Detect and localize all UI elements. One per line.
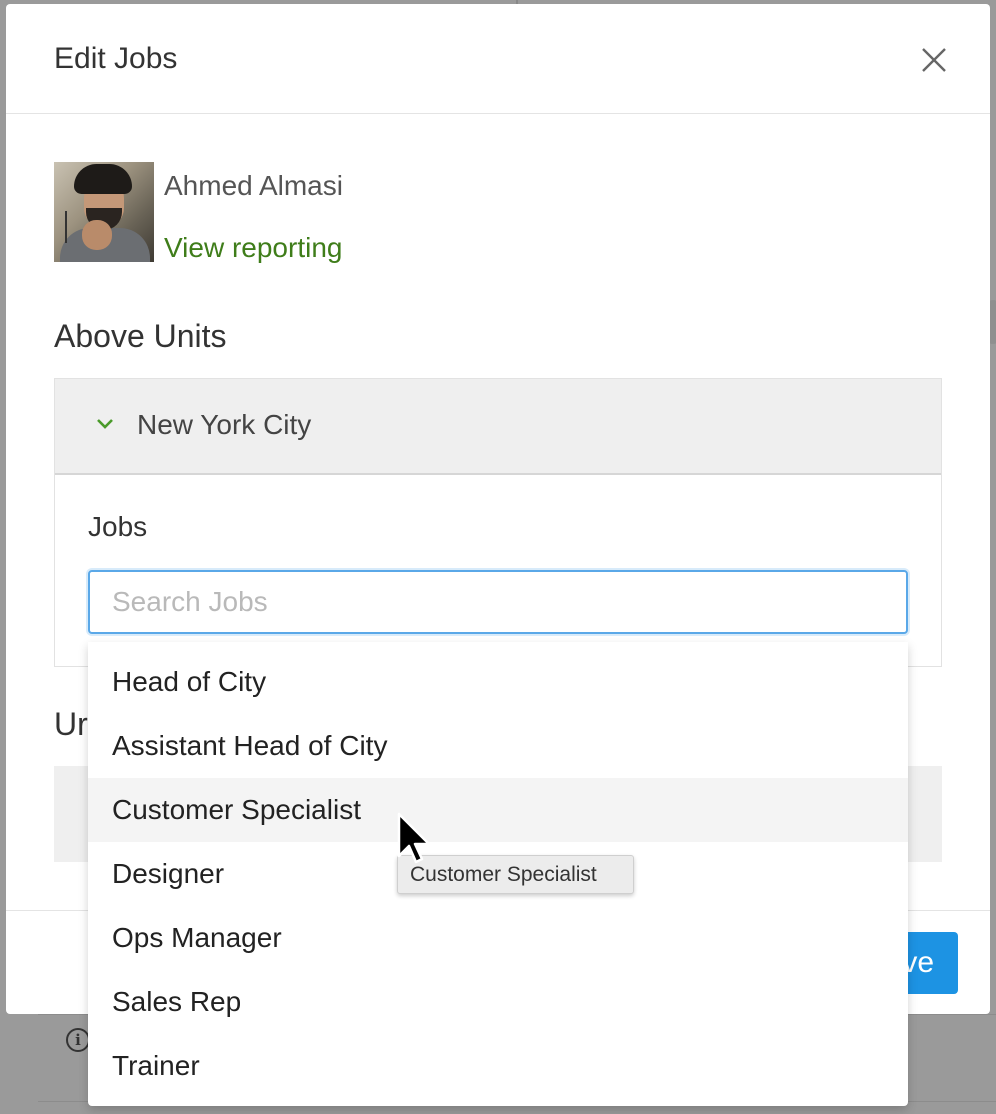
search-jobs-input[interactable] [88, 570, 908, 634]
view-reporting-link[interactable]: View reporting [164, 232, 342, 264]
close-button[interactable] [918, 44, 950, 76]
jobs-label: Jobs [88, 511, 148, 542]
dropdown-option-customer-specialist[interactable]: Customer Specialist [88, 778, 908, 842]
text-caret [65, 211, 67, 243]
new-york-city-accordion: New York City Jobs [54, 378, 942, 667]
dropdown-option-ops-manager[interactable]: Ops Manager [88, 906, 908, 970]
dropdown-option-assistant-head-of-city[interactable]: Assistant Head of City [88, 714, 908, 778]
units-title: Ur [54, 706, 88, 742]
dropdown-option-head-of-city[interactable]: Head of City [88, 650, 908, 714]
chevron-down-icon [97, 419, 113, 429]
mouse-pointer-icon [397, 812, 431, 864]
above-units-title: Above Units [54, 318, 227, 354]
dropdown-option-sales-rep[interactable]: Sales Rep [88, 970, 908, 1034]
dropdown-option-trainer[interactable]: Trainer [88, 1034, 908, 1098]
info-icon: i [66, 1028, 90, 1052]
accordion-header-new-york-city[interactable]: New York City [55, 379, 941, 475]
close-icon [922, 48, 946, 72]
modal-title: Edit Jobs [54, 42, 178, 75]
option-tooltip: Customer Specialist [397, 855, 634, 894]
modal-header: Edit Jobs [6, 4, 990, 114]
avatar [54, 162, 154, 262]
accordion-label: New York City [137, 409, 312, 440]
user-name: Ahmed Almasi [164, 170, 343, 201]
